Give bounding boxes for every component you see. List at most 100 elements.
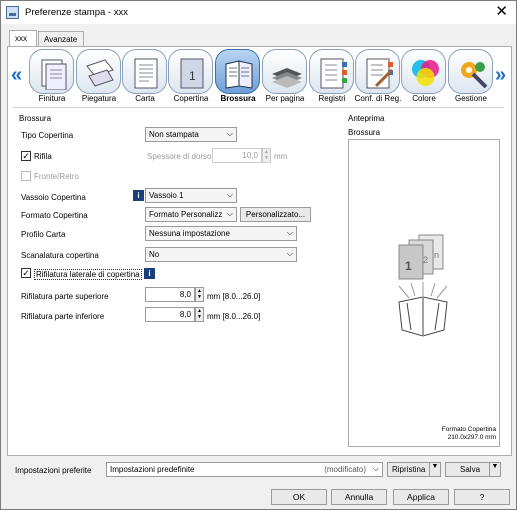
bottom-trim-stepper[interactable]: ▲ ▼ <box>195 307 204 322</box>
favorites-value: Impostazioni predefinite <box>110 465 195 474</box>
management-icon <box>461 62 488 89</box>
bottom-trim-label: Rifilatura parte inferiore <box>21 312 105 321</box>
cover-type-select[interactable]: Non stampata ⌵ <box>145 127 237 142</box>
chevron-down-icon: ⌵ <box>286 249 293 258</box>
top-trim-input[interactable]: 8,0 <box>145 287 195 302</box>
apply-button[interactable]: Applica <box>393 489 449 505</box>
side-trim-label: Rifilatura laterale di copertina <box>34 269 142 280</box>
spine-thickness-input[interactable]: 10,0 <box>212 148 262 163</box>
preview-panel: 1 2 n Formato Copertina 210.0x297.0 mm <box>348 139 500 447</box>
top-trim-label: Rifilatura parte superiore <box>21 292 109 301</box>
top-trim-stepper[interactable]: ▲ ▼ <box>195 287 204 302</box>
bottom-trim-range: mm [8.0...26.0] <box>207 312 261 321</box>
close-icon[interactable]: ✕ <box>495 3 508 20</box>
tab-xxx[interactable]: xxx <box>9 30 37 47</box>
cancel-button[interactable]: Annulla <box>331 489 387 505</box>
save-label: Salva <box>460 465 481 474</box>
cover-format-info: Formato Copertina 210.0x297.0 mm <box>442 426 496 442</box>
toolbar-button-finishing[interactable] <box>29 49 74 94</box>
save-dropdown-icon[interactable]: ▼ <box>489 463 500 476</box>
book-pages-illustration: 1 2 n <box>398 234 444 280</box>
scroll-right-icon[interactable]: » <box>495 64 506 87</box>
toolbar-button-folding[interactable] <box>76 49 121 94</box>
custom-format-button[interactable]: Personalizzato... <box>240 207 311 222</box>
paper-profile-value: Nessuna impostazione <box>149 229 230 238</box>
cover-format-label: Formato Copertina <box>21 211 88 220</box>
cover-tray-label: Vassoio Copertina <box>21 193 86 202</box>
folding-icon <box>86 59 114 87</box>
chevron-down-icon: ⌵ <box>286 228 293 237</box>
print-preferences-window: Preferenze stampa - xxx ✕ xxx Avanzate «… <box>0 0 517 510</box>
restore-button[interactable]: Ripristina ▼ <box>387 462 441 477</box>
cover-tray-select[interactable]: Vassoio 1 ⌵ <box>145 188 237 203</box>
spine-unit: mm <box>274 152 288 161</box>
scroll-left-icon[interactable]: « <box>11 64 22 87</box>
cover-format-caption: Formato Copertina <box>441 426 496 433</box>
cover-format-size: 210.0x297.0 mm <box>447 434 496 441</box>
toolbar-button-color[interactable] <box>401 49 446 94</box>
cover-scoring-label: Scanalatura copertina <box>21 251 99 260</box>
favorites-select[interactable]: Impostazioni predefinite (modificato) ⌵ <box>106 462 383 477</box>
page-number-2: 2 <box>423 255 428 265</box>
toolbar-label-management: Gestione <box>454 94 488 103</box>
favorites-modified: (modificato) <box>324 465 366 474</box>
restore-label: Ripristina <box>392 465 426 474</box>
title-bar: Preferenze stampa - xxx ✕ <box>1 1 516 24</box>
registers-icon <box>320 58 347 89</box>
register-config-icon <box>366 58 394 89</box>
page-number-1: 1 <box>405 259 412 273</box>
preview-caption: Brossura <box>348 128 381 137</box>
per-page-icon <box>272 68 302 88</box>
perfect-binding-icon <box>225 60 253 89</box>
paper-icon <box>134 58 158 89</box>
duplex-label: Fronte/Retro <box>34 172 79 181</box>
cover-type-value: Non stampata <box>149 130 199 139</box>
side-trim-info-icon[interactable]: i <box>144 268 155 279</box>
paper-profile-label: Profilo Carta <box>21 230 66 239</box>
binding-preview-image: 1 2 n <box>398 234 448 337</box>
save-button[interactable]: Salva ▼ <box>445 462 501 477</box>
trim-checkbox[interactable]: ✓ <box>21 151 31 161</box>
chevron-down-icon: ⌵ <box>226 209 233 218</box>
window-title: Preferenze stampa - xxx <box>25 7 128 18</box>
toolbar-button-paper[interactable] <box>122 49 167 94</box>
restore-dropdown-icon[interactable]: ▼ <box>429 463 440 476</box>
chevron-down-icon: ⌵ <box>226 129 233 138</box>
side-trim-checkbox[interactable]: ✓ <box>21 268 31 278</box>
help-button[interactable]: ? <box>454 489 510 505</box>
svg-text:1: 1 <box>189 69 196 83</box>
favorites-label: Impostazioni preferite <box>15 466 92 475</box>
toolbar-button-register-config[interactable] <box>355 49 400 94</box>
chevron-down-icon: ⌵ <box>372 464 379 473</box>
cover-icon: 1 <box>180 58 204 89</box>
cover-scoring-value: No <box>149 250 160 259</box>
spine-thickness-stepper[interactable]: ▲ ▼ <box>262 148 271 163</box>
toolbar-button-cover[interactable]: 1 <box>168 49 213 94</box>
toolbar-button-per-page[interactable] <box>262 49 307 94</box>
chevron-down-icon: ⌵ <box>226 190 233 199</box>
toolbar-button-registers[interactable] <box>309 49 354 94</box>
page-number-n: n <box>434 250 439 260</box>
toolbar-button-perfect-binding[interactable] <box>215 49 260 94</box>
top-trim-range: mm [8.0...26.0] <box>207 292 261 301</box>
cover-format-select[interactable]: Formato Personalizz ⌵ <box>145 207 237 222</box>
preview-group-title: Anteprima <box>348 114 385 123</box>
finishing-icon <box>41 59 67 90</box>
toolbar-button-management[interactable] <box>448 49 493 94</box>
paper-profile-select[interactable]: Nessuna impostazione ⌵ <box>145 226 297 241</box>
cover-scoring-select[interactable]: No ⌵ <box>145 247 297 262</box>
binding-group-title: Brossura <box>19 114 52 123</box>
tab-advanced[interactable]: Avanzate <box>38 31 84 47</box>
bottom-trim-input[interactable]: 8,0 <box>145 307 195 322</box>
spine-thickness-label: Spessore di dorso <box>147 152 212 161</box>
ok-button[interactable]: OK <box>271 489 327 505</box>
trim-label: Rifila <box>34 152 52 161</box>
color-icon <box>412 60 439 86</box>
cover-type-label: Tipo Copertina <box>21 131 74 140</box>
cover-format-value: Formato Personalizz <box>149 210 223 219</box>
printer-icon <box>6 6 19 19</box>
book-bound-illustration <box>398 282 448 337</box>
cover-tray-info-icon[interactable]: i <box>133 190 144 201</box>
duplex-checkbox[interactable] <box>21 171 31 181</box>
cover-tray-value: Vassoio 1 <box>149 191 184 200</box>
